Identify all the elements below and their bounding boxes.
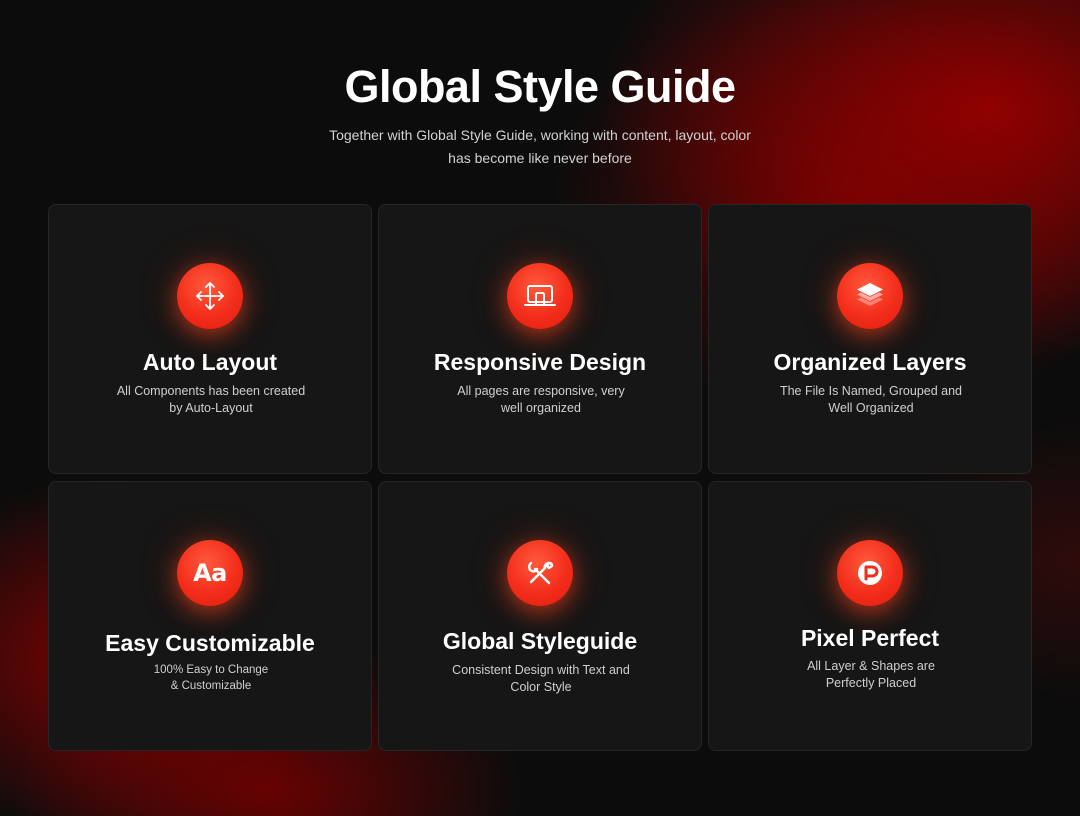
card-title: Organized Layers [773,349,967,375]
card-desc-line-2: well organized [501,401,581,415]
tools-icon [507,540,573,606]
subtitle-line-1: Together with Global Style Guide, workin… [329,127,751,143]
page-title: Global Style Guide [344,61,736,112]
card-desc-line-2: Well Organized [828,401,914,415]
card-desc-line-2: Color Style [510,680,572,694]
feature-card-responsive-design: Responsive Design All pages are responsi… [378,204,702,474]
card-description: Consistent Design with Text and Color St… [419,662,663,696]
card-desc-line-1: All Layer & Shapes are [807,659,935,673]
card-description: 100% Easy to Change & Customizable [89,662,333,694]
layers-icon [837,263,903,329]
move-arrows-icon [177,263,243,329]
card-description: All Components has been created by Auto-… [89,383,333,417]
laptop-icon [507,263,573,329]
card-title: Responsive Design [433,349,647,375]
pixel-pen-icon [837,540,903,606]
feature-card-auto-layout: Auto Layout All Components has been crea… [48,204,372,474]
page-subtitle: Together with Global Style Guide, workin… [310,124,770,170]
feature-card-pixel-perfect: Pixel Perfect All Layer & Shapes are Per… [708,481,1032,751]
card-desc-line-2: Perfectly Placed [825,676,917,690]
typography-icon: Aa [177,540,243,606]
typography-icon-label: Aa [193,559,227,587]
card-description: The File Is Named, Grouped and Well Orga… [749,383,993,417]
card-desc-line-2: by Auto-Layout [169,401,253,415]
card-desc-line-1: All Components has been created [116,384,306,398]
subtitle-line-2: has become like never before [448,150,632,166]
card-desc-line-1: The File Is Named, Grouped and [779,384,963,398]
card-description: All pages are responsive, very well orga… [419,383,663,417]
card-desc-line-1: Consistent Design with Text and [452,663,630,677]
card-desc-line-1: All pages are responsive, very [457,384,625,398]
feature-card-organized-layers: Organized Layers The File Is Named, Grou… [708,204,1032,474]
card-desc-line-1: 100% Easy to Change [153,664,269,676]
card-desc-line-2: & Customizable [170,680,252,692]
card-title: Easy Customizable [105,630,315,656]
feature-card-easy-customizable: Aa Easy Customizable 100% Easy to Change… [48,481,372,751]
card-title: Pixel Perfect [800,625,940,651]
feature-grid: Auto Layout All Components has been crea… [48,204,1032,752]
card-title: Auto Layout [142,349,278,375]
feature-card-global-styleguide: Global Styleguide Consistent Design with… [378,481,702,751]
card-description: All Layer & Shapes are Perfectly Placed [749,658,993,692]
card-title: Global Styleguide [442,628,638,654]
